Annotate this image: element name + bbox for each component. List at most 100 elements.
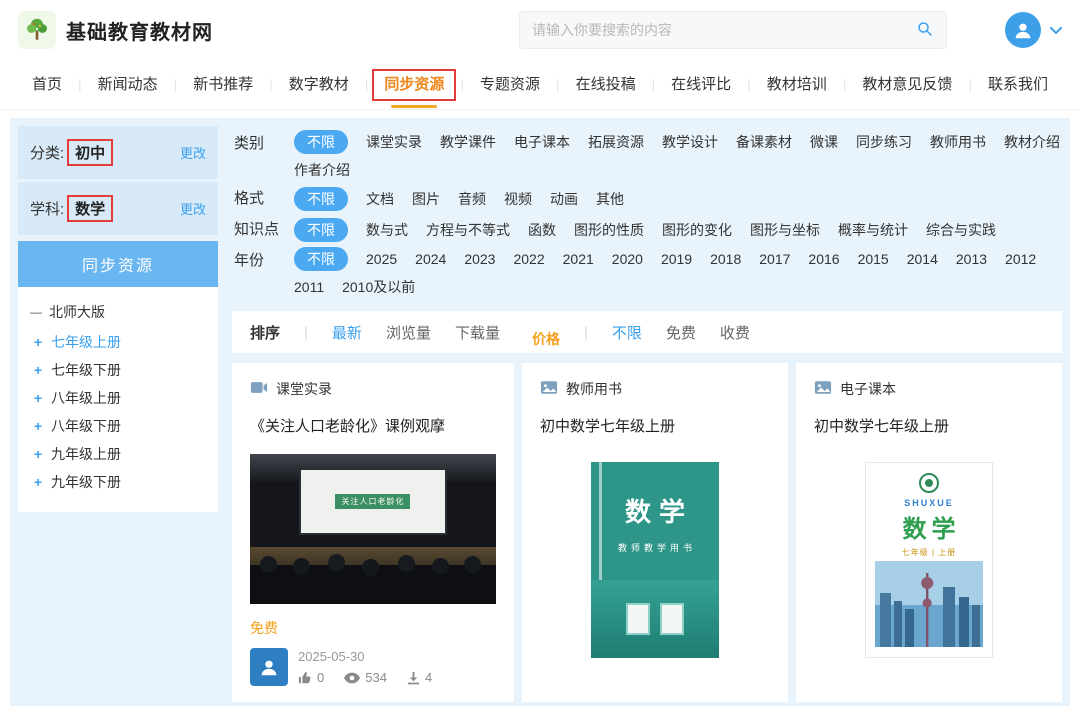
change-subject-link[interactable]: 更改 — [180, 199, 206, 218]
filter-option[interactable]: 2010及以前 — [342, 275, 415, 299]
resource-card[interactable]: 教师用书 初中数学七年级上册 数学 教师教学用书 — [522, 363, 788, 702]
filter-option[interactable]: 文档 — [366, 187, 394, 211]
sort-option[interactable]: 最新 — [332, 322, 362, 343]
likes-stat[interactable]: 0 — [298, 670, 324, 685]
filter-option[interactable]: 2019 — [661, 247, 692, 271]
filter-option[interactable]: 综合与实践 — [926, 218, 996, 242]
expand-icon[interactable]: + — [34, 362, 44, 378]
filter-option[interactable]: 图片 — [412, 187, 440, 211]
sidebar-grade-item[interactable]: + 七年级上册 — [30, 328, 206, 356]
filter-option[interactable]: 2025 — [366, 247, 397, 271]
resource-card[interactable]: 课堂实录 《关注人口老龄化》课例观摩 关注人口老龄化 免费 2025-05-30… — [232, 363, 514, 702]
nav-item[interactable]: 同步资源 — [372, 60, 457, 110]
filter-option[interactable]: 图形与坐标 — [750, 218, 820, 242]
filter-option[interactable]: 2017 — [759, 247, 790, 271]
nav-item[interactable]: 在线投稿 — [570, 60, 642, 110]
change-category-link[interactable]: 更改 — [180, 143, 206, 162]
card-title[interactable]: 初中数学七年级上册 — [814, 415, 1044, 436]
nav-item[interactable]: 联系我们 — [982, 60, 1054, 110]
expand-icon[interactable]: + — [34, 474, 44, 490]
filter-option[interactable]: 函数 — [528, 218, 556, 242]
card-title[interactable]: 《关注人口老龄化》课例观摩 — [250, 415, 496, 436]
price-option[interactable]: 免费 — [666, 322, 696, 343]
nav-item[interactable]: 教材培训 — [761, 60, 833, 110]
collapse-icon[interactable]: — — [30, 305, 42, 319]
nav-item[interactable]: 专题资源 — [474, 60, 546, 110]
filter-option[interactable]: 2021 — [563, 247, 594, 271]
filter-option[interactable]: 不限 — [294, 130, 348, 154]
filter-option[interactable]: 动画 — [550, 187, 578, 211]
nav-item[interactable]: 数字教材 — [283, 60, 355, 110]
user-avatar[interactable] — [1005, 12, 1041, 48]
filter-option[interactable]: 电子课本 — [514, 130, 570, 154]
nav-item[interactable]: 在线评比 — [665, 60, 737, 110]
nav-separator: | — [460, 77, 464, 92]
search-icon[interactable] — [916, 20, 934, 41]
filter-option[interactable]: 2014 — [907, 247, 938, 271]
filter-option[interactable]: 不限 — [294, 187, 348, 211]
filter-option[interactable]: 作者介绍 — [294, 158, 350, 182]
filter-option[interactable]: 教师用书 — [930, 130, 986, 154]
price-option[interactable]: 不限 — [612, 322, 642, 343]
sidebar-grade-item[interactable]: + 八年级下册 — [30, 412, 206, 440]
filter-option[interactable]: 其他 — [596, 187, 624, 211]
filter-option[interactable]: 音频 — [458, 187, 486, 211]
filter-option[interactable]: 拓展资源 — [588, 130, 644, 154]
nav-item[interactable]: 新书推荐 — [187, 60, 259, 110]
nav-item[interactable]: 首页 — [26, 60, 68, 110]
filter-option[interactable]: 同步练习 — [856, 130, 912, 154]
filter-option[interactable]: 2023 — [464, 247, 495, 271]
card-title[interactable]: 初中数学七年级上册 — [540, 415, 770, 436]
filter-option[interactable]: 备课素材 — [736, 130, 792, 154]
uploader-avatar[interactable] — [250, 648, 288, 686]
filter-option[interactable]: 不限 — [294, 247, 348, 271]
filter-option[interactable]: 不限 — [294, 218, 348, 242]
filter-option[interactable]: 2012 — [1005, 247, 1036, 271]
sort-option[interactable]: 下载量 — [455, 322, 500, 343]
filter-option[interactable]: 视频 — [504, 187, 532, 211]
expand-icon[interactable]: + — [34, 390, 44, 406]
filter-option[interactable]: 图形的变化 — [662, 218, 732, 242]
expand-icon[interactable]: + — [34, 418, 44, 434]
filter-option[interactable]: 方程与不等式 — [426, 218, 510, 242]
sort-option[interactable]: 浏览量 — [386, 322, 431, 343]
expand-icon[interactable]: + — [34, 334, 44, 350]
sidebar-grade-item[interactable]: + 七年级下册 — [30, 356, 206, 384]
filter-option[interactable]: 教学设计 — [662, 130, 718, 154]
filter-option[interactable]: 2013 — [956, 247, 987, 271]
filter-option[interactable]: 2020 — [612, 247, 643, 271]
filter-option[interactable]: 2015 — [858, 247, 889, 271]
filter-option[interactable]: 教材介绍 — [1004, 130, 1060, 154]
filter-option[interactable]: 2022 — [513, 247, 544, 271]
nav-item[interactable]: 新闻动态 — [92, 60, 164, 110]
resource-card[interactable]: 电子课本 初中数学七年级上册 SHUXUE 数学 七年级 | 上册 — [796, 363, 1062, 702]
book-cover[interactable]: SHUXUE 数学 七年级 | 上册 — [865, 462, 993, 658]
site-logo-icon[interactable] — [18, 11, 56, 49]
filter-option[interactable]: 课堂实录 — [366, 130, 422, 154]
search-input[interactable] — [532, 22, 916, 38]
nav-item[interactable]: 教材意见反馈 — [856, 60, 958, 110]
filter-option[interactable]: 概率与统计 — [838, 218, 908, 242]
sidebar-grade-item[interactable]: + 八年级上册 — [30, 384, 206, 412]
filter-options: 不限 课堂实录 教学课件 电子课本 拓展资源 教学设计 备课素材 微课 同步练习 教师用书 教材介绍… — [294, 130, 1062, 182]
filter-option[interactable]: 2018 — [710, 247, 741, 271]
price-option[interactable]: 收费 — [720, 322, 750, 343]
sidebar-grade-item[interactable]: + 九年级上册 — [30, 440, 206, 468]
filter-option[interactable]: 图形的性质 — [574, 218, 644, 242]
sidebar-grade-item[interactable]: + 九年级下册 — [30, 468, 206, 496]
book-cover[interactable]: 数学 教师教学用书 — [591, 462, 719, 658]
expand-icon[interactable]: + — [34, 446, 44, 462]
filter-option[interactable]: 微课 — [810, 130, 838, 154]
filter-option[interactable]: 教学课件 — [440, 130, 496, 154]
filter-option[interactable]: 2016 — [808, 247, 839, 271]
chevron-down-icon[interactable] — [1050, 22, 1062, 38]
filter-option[interactable]: 2024 — [415, 247, 446, 271]
download-icon — [407, 671, 420, 684]
filter-option[interactable]: 数与式 — [366, 218, 408, 242]
search-bar[interactable] — [519, 11, 947, 49]
filter-option[interactable]: 2011 — [294, 275, 324, 299]
downloads-stat[interactable]: 4 — [407, 670, 432, 685]
user-menu[interactable] — [1005, 12, 1062, 48]
card-thumbnail[interactable]: 关注人口老龄化 — [250, 454, 496, 604]
edition-item[interactable]: — 北师大版 — [30, 299, 206, 328]
